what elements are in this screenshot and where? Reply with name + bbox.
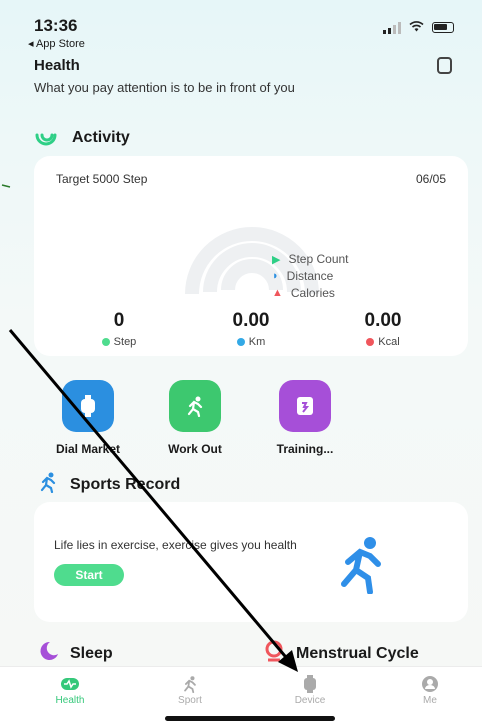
annotation-arrow [1,184,298,672]
